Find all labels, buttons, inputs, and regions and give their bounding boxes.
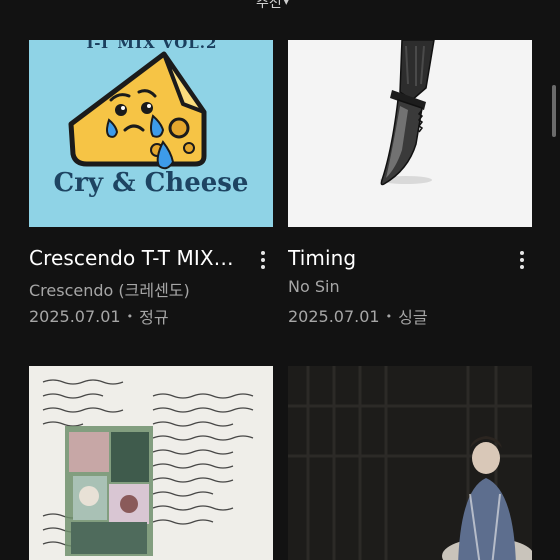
release-date: 2025.07.01 — [29, 306, 121, 326]
album-art-knife[interactable] — [288, 40, 532, 227]
knife-illustration — [380, 40, 435, 186]
sort-label: 추천 — [256, 0, 282, 11]
more-vertical-icon — [261, 251, 265, 255]
album-art-brand-text: Cry & Cheese — [53, 168, 249, 198]
album-card-photo[interactable] — [288, 366, 532, 560]
meta-separator: • — [385, 309, 393, 323]
album-card-timing[interactable]: Timing No Sin 2025.07.01 • 싱글 — [288, 40, 532, 340]
release-type: 싱글 — [398, 308, 428, 327]
release-type: 정규 — [139, 308, 169, 327]
album-meta: 2025.07.01 • 정규 — [29, 304, 169, 328]
more-options-button[interactable] — [252, 246, 274, 274]
album-art-handwritten-collage[interactable] — [29, 366, 273, 560]
more-vertical-icon — [520, 251, 524, 255]
album-title[interactable]: Timing — [288, 246, 500, 270]
collage-illustration — [42, 379, 254, 556]
portrait-illustration — [288, 366, 532, 560]
album-title[interactable]: Crescendo T-T MIX… — [29, 246, 241, 270]
sort-toggle[interactable]: 추천 ▾ — [256, 0, 289, 12]
chevron-down-icon: ▾ — [283, 0, 289, 8]
top-bar: 추천 ▾ — [0, 0, 560, 12]
more-options-button[interactable] — [511, 246, 533, 274]
scrollbar[interactable] — [552, 85, 556, 137]
meta-separator: • — [126, 309, 134, 323]
release-date: 2025.07.01 — [288, 306, 380, 326]
album-art-cry-cheese[interactable]: T-T MIX VOL.2 Cry & Cheese — [29, 40, 273, 227]
album-artist[interactable]: No Sin — [288, 277, 340, 296]
album-meta: 2025.07.01 • 싱글 — [288, 304, 428, 328]
album-artist[interactable]: Crescendo (크레센도) — [29, 277, 190, 301]
album-card-handwritten[interactable] — [29, 366, 273, 560]
cheese-character-illustration — [68, 51, 207, 170]
album-card-crescendo[interactable]: T-T MIX VOL.2 Cry & Cheese Crescendo T-T — [29, 40, 273, 340]
album-art-photo[interactable] — [288, 366, 532, 560]
